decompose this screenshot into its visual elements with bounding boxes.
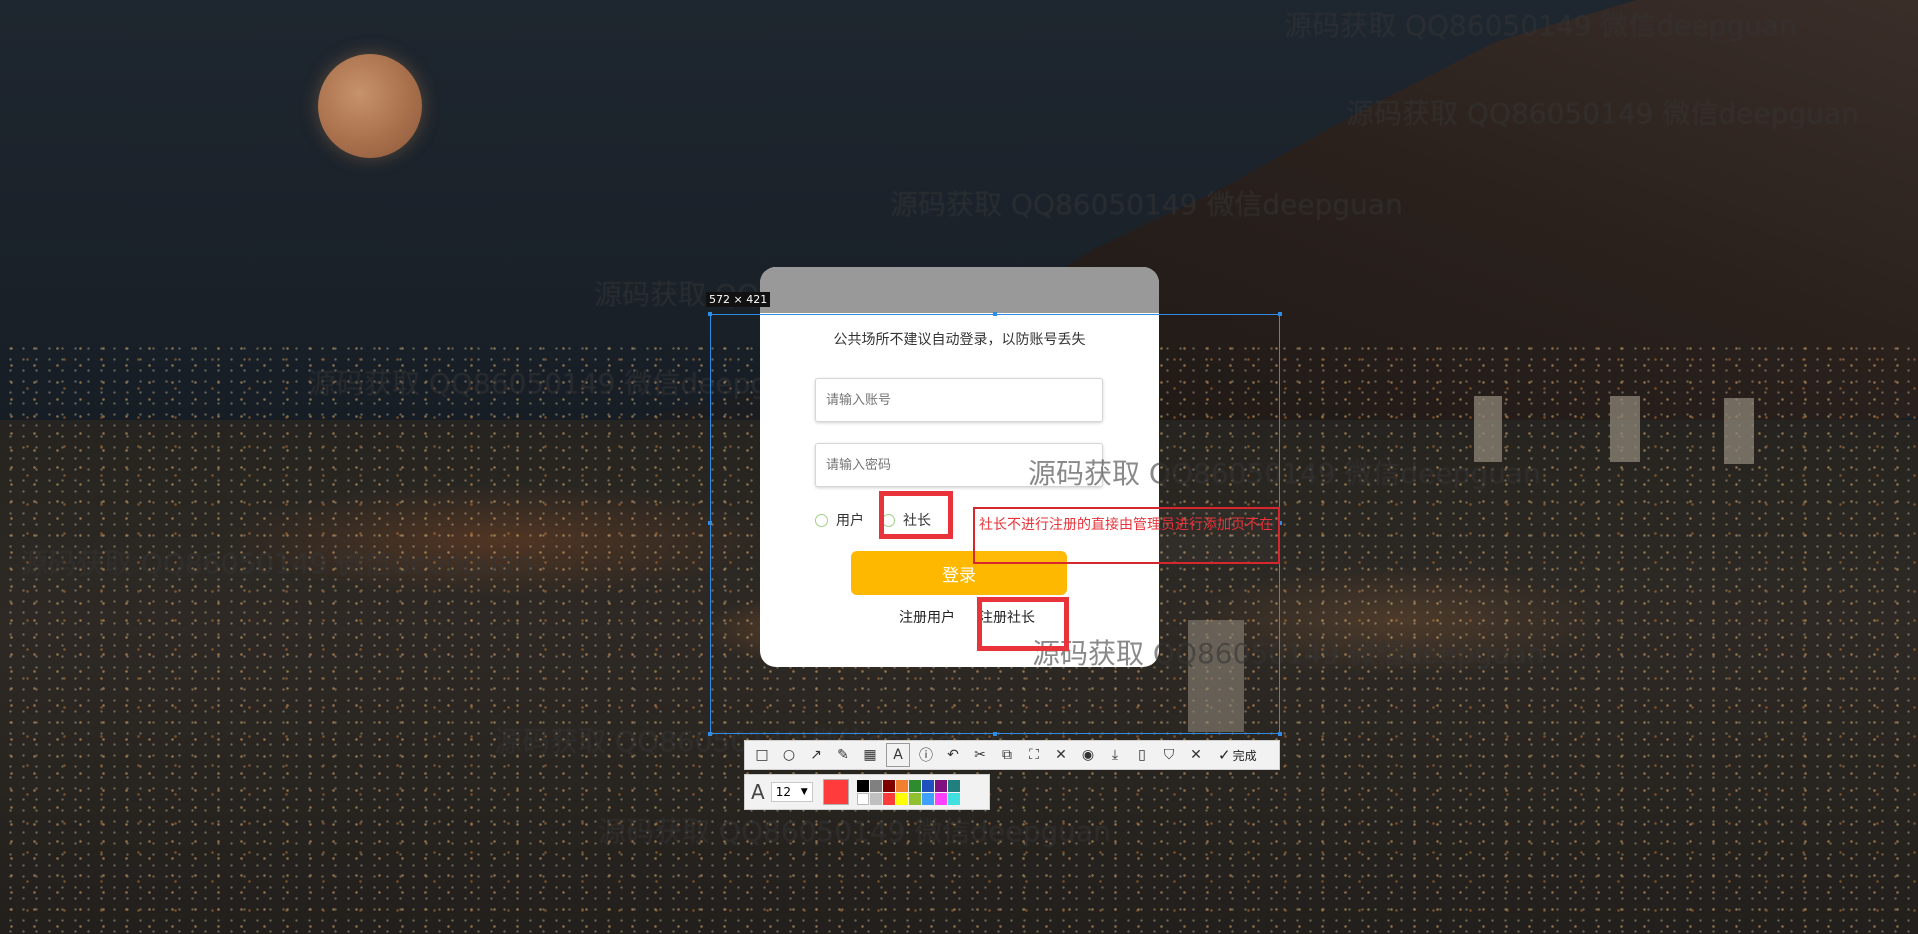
annotation-text: 社长不进行注册的直接由管理员进行添加页不在 (979, 517, 1273, 533)
annotation-text-box[interactable]: 社长不进行注册的直接由管理员进行添加页不在 (973, 507, 1280, 564)
role-user-option[interactable]: 用户 (815, 510, 864, 530)
tower (1724, 398, 1754, 464)
color-swatch[interactable] (908, 792, 921, 805)
done-button[interactable]: ✓ 完成 (1218, 746, 1257, 764)
rectangle-icon[interactable]: □ (751, 744, 773, 766)
color-swatch[interactable] (869, 779, 882, 792)
font-size-select[interactable]: 12 ▼ (770, 782, 813, 802)
username-input[interactable] (815, 378, 1103, 422)
color-swatch[interactable] (947, 779, 960, 792)
record-icon[interactable]: ◉ (1077, 744, 1099, 766)
text-style-toolbar: A 12 ▼ (744, 774, 990, 810)
copy-icon[interactable]: ⧉ (996, 744, 1018, 766)
color-swatch[interactable] (856, 792, 869, 805)
watermark: 源码获取 QQ86050149 微信deepguan (1346, 97, 1859, 130)
role-user-label: 用户 (836, 513, 864, 529)
done-label: 完成 (1232, 748, 1257, 763)
text-icon[interactable]: A (886, 743, 910, 767)
color-swatch[interactable] (856, 779, 869, 792)
tower (1610, 396, 1640, 462)
watermark: 源码获取 QQ86050149 微信deepguan (1028, 457, 1541, 490)
watermark: 源码获取 QQ86050149 微信deepguan (598, 815, 1111, 848)
close-icon[interactable]: ✕ (1185, 744, 1207, 766)
role-user-radio[interactable] (815, 513, 828, 527)
color-swatch[interactable] (934, 779, 947, 792)
watermark: 源码获取 QQ86050149 微信deepguan (20, 547, 533, 580)
pin-icon[interactable]: ✕ (1050, 744, 1072, 766)
color-swatch[interactable] (882, 792, 895, 805)
color-swatch[interactable] (895, 779, 908, 792)
chevron-down-icon: ▼ (800, 787, 808, 797)
current-color-swatch[interactable] (822, 779, 849, 805)
arrow-icon[interactable]: ↗ (805, 744, 827, 766)
color-swatch[interactable] (947, 792, 960, 805)
undo-icon[interactable]: ↶ (942, 744, 964, 766)
capture-toolbar: □ ○ ↗ ✎ ▦ A ⓘ ↶ ✂ ⧉ ⛶ ✕ ◉ ⤓ ▯ ⛉ ✕ ✓ 完成 (744, 740, 1280, 770)
selection-size-label: 572 × 421 (706, 292, 771, 307)
login-tip: 公共场所不建议自动登录，以防账号丢失 (833, 332, 1086, 348)
check-icon: ✓ (1218, 746, 1231, 764)
ellipse-icon[interactable]: ○ (778, 744, 800, 766)
cut-icon[interactable]: ✂ (969, 744, 991, 766)
annotation-rect-register-president[interactable] (977, 597, 1069, 651)
watermark: 源码获取 QQ86050149 微信deepguan (1032, 637, 1545, 670)
font-icon: A (751, 780, 765, 804)
moon (318, 54, 422, 158)
color-swatch[interactable] (869, 792, 882, 805)
watermark: 源码获取 QQ86050149 微信deepguan (1284, 9, 1797, 42)
number-icon[interactable]: ⓘ (915, 744, 937, 766)
login-card-header (760, 267, 1159, 313)
phone-icon[interactable]: ▯ (1131, 744, 1153, 766)
watermark: 源码获取 QQ86050149 微信deepguan (890, 188, 1403, 221)
font-size-value: 12 (775, 785, 791, 799)
color-swatch[interactable] (921, 792, 934, 805)
register-user-link[interactable]: 注册用户 (899, 607, 955, 627)
annotation-rect-president[interactable] (879, 491, 953, 539)
color-swatch[interactable] (921, 779, 934, 792)
color-palette (856, 779, 960, 805)
color-swatch[interactable] (908, 779, 921, 792)
pen-icon[interactable]: ✎ (832, 744, 854, 766)
save-icon[interactable]: ⤓ (1104, 744, 1126, 766)
color-swatch[interactable] (882, 779, 895, 792)
ocr-icon[interactable]: ⛶ (1023, 744, 1045, 766)
color-swatch[interactable] (934, 792, 947, 805)
color-swatch[interactable] (895, 792, 908, 805)
mosaic-icon[interactable]: ▦ (859, 744, 881, 766)
watermark: 源码获取 QQ86050149 微信deepguan (308, 367, 821, 400)
bookmark-icon[interactable]: ⛉ (1158, 744, 1180, 766)
